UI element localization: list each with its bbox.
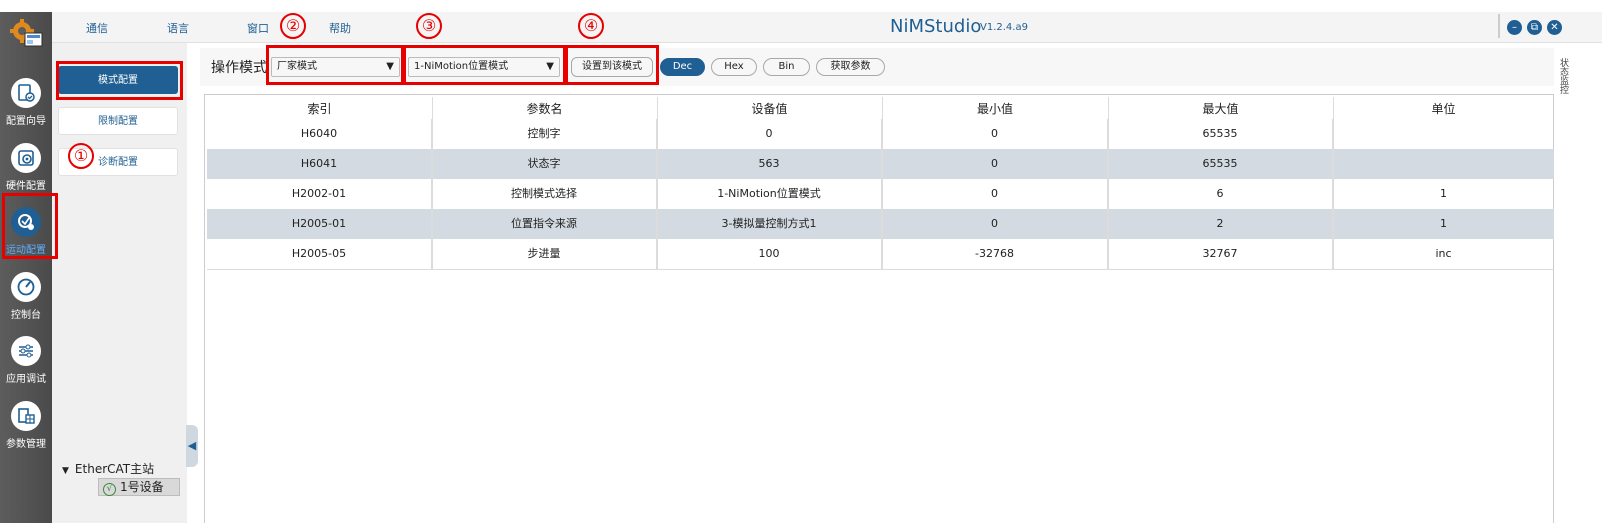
radix-dec-button[interactable]: Dec — [660, 58, 705, 76]
menu-language[interactable]: 语言 — [167, 20, 189, 36]
tree-root-label: EtherCAT主站 — [74, 462, 155, 476]
cell-min: 0 — [882, 149, 1108, 179]
table-bottom-line — [207, 269, 1554, 270]
param-manage-icon — [11, 401, 41, 431]
column-divider — [432, 97, 433, 270]
rail-item-label: 控制台 — [11, 310, 41, 321]
cell-device-value[interactable]: 1-NiMotion位置模式 — [657, 179, 882, 209]
titlebar-divider — [1498, 14, 1500, 38]
table-row[interactable]: H2005-05 步进量 100 -32768 32767 inc — [207, 239, 1554, 269]
annotation-box-3 — [403, 45, 566, 85]
table-row[interactable]: H2002-01 控制模式选择 1-NiMotion位置模式 0 6 1 — [207, 179, 1554, 209]
column-header-index[interactable]: 索引 — [207, 97, 432, 121]
annotation-box-1 — [56, 61, 183, 100]
check-ok-icon: √ — [103, 483, 116, 496]
tree-item-device-1[interactable]: √ 1号设备 — [98, 478, 180, 496]
cell-unit: 1 — [1440, 217, 1447, 230]
cell-param-name: 状态字 — [432, 149, 657, 179]
cell-unit: 1 — [1440, 187, 1447, 200]
restore-button[interactable]: ⧉ — [1527, 20, 1542, 35]
table-row[interactable]: H2005-01 位置指令来源 3-模拟量控制方式1 0 2 1 — [207, 209, 1554, 239]
cell-param-name: 控制模式选择 — [432, 179, 657, 209]
column-divider — [882, 97, 883, 270]
right-side-strip — [1554, 43, 1602, 523]
annotation-badge-1: ① — [68, 143, 94, 169]
operation-mode-label: 操作模式 — [211, 60, 267, 76]
cell-param-name: 控制字 — [432, 119, 657, 149]
gauge-icon — [11, 272, 41, 302]
subnav-limit-config[interactable]: 限制配置 — [58, 107, 178, 135]
cell-index: H2005-01 — [207, 209, 432, 239]
rail-item-param-manage[interactable]: 参数管理 — [0, 395, 52, 457]
annotation-box-4 — [565, 45, 659, 85]
wizard-icon — [11, 78, 41, 108]
annotation-badge-2: ② — [280, 13, 306, 39]
hardware-gear-icon — [11, 143, 41, 173]
cell-unit — [1333, 119, 1554, 149]
tree-expand-icon[interactable]: ▼ — [62, 466, 69, 476]
cell-max: 65535 — [1108, 149, 1333, 179]
cell-max: 6 — [1108, 179, 1333, 209]
column-header-param-name[interactable]: 参数名 — [432, 97, 657, 121]
radix-bin-button[interactable]: Bin — [763, 58, 810, 76]
cell-index: H2005-05 — [207, 239, 432, 269]
rail-item-config-wizard[interactable]: 配置向导 — [0, 72, 52, 134]
cell-min: -32768 — [882, 239, 1108, 269]
menu-help[interactable]: 帮助 — [329, 20, 351, 36]
cell-param-name: 位置指令来源 — [432, 209, 657, 239]
cell-device-value[interactable]: 563 — [657, 149, 882, 179]
menu-window[interactable]: 窗口 — [247, 20, 269, 36]
app-title: NiMStudio — [890, 16, 982, 37]
cell-unit — [1333, 149, 1554, 179]
annotation-box-2 — [266, 45, 404, 85]
fetch-params-button[interactable]: 获取参数 — [816, 58, 885, 76]
annotation-badge-4: ④ — [578, 13, 604, 39]
sliders-icon — [11, 336, 41, 366]
cell-index: H2002-01 — [207, 179, 432, 209]
column-divider — [1333, 97, 1334, 270]
rail-item-label: 应用调试 — [6, 374, 46, 385]
cell-index: H6041 — [207, 149, 432, 179]
table-header: 索引 参数名 设备值 最小值 最大值 单位 — [207, 97, 1554, 121]
rail-item-label: 参数管理 — [6, 439, 46, 450]
close-button[interactable]: ✕ — [1547, 20, 1562, 35]
cell-min: 0 — [882, 209, 1108, 239]
cell-max: 65535 — [1108, 119, 1333, 149]
cell-device-value[interactable]: 3-模拟量控制方式1 — [657, 209, 882, 239]
table-row[interactable]: H6040 控制字 0 0 65535 — [207, 119, 1554, 149]
status-monitor-tab[interactable]: 状态监控 — [1556, 58, 1568, 94]
rail-item-console[interactable]: 控制台 — [0, 266, 52, 328]
column-header-unit[interactable]: 单位 — [1333, 97, 1554, 121]
column-divider — [1108, 97, 1109, 270]
cell-device-value[interactable]: 100 — [657, 239, 882, 269]
column-divider — [657, 97, 658, 270]
cell-param-name: 步进量 — [432, 239, 657, 269]
annotation-badge-3: ③ — [416, 13, 442, 39]
rail-item-label: 配置向导 — [6, 116, 46, 127]
minimize-button[interactable]: – — [1507, 20, 1522, 35]
cell-unit: inc — [1435, 247, 1452, 260]
table-row[interactable]: H6041 状态字 563 0 65535 — [207, 149, 1554, 179]
column-header-device-value[interactable]: 设备值 — [657, 97, 882, 121]
cell-min: 0 — [882, 119, 1108, 149]
rail-item-label: 硬件配置 — [6, 181, 46, 192]
app-version: V1.2.4.a9 — [980, 22, 1028, 33]
radix-hex-button[interactable]: Hex — [711, 58, 757, 76]
rail-item-hardware-config[interactable]: 硬件配置 — [0, 137, 52, 199]
tree-root-ethercat-master[interactable]: ▼ EtherCAT主站 — [62, 460, 154, 477]
menu-communication[interactable]: 通信 — [86, 20, 108, 36]
cell-min: 0 — [882, 179, 1108, 209]
cell-index: H6040 — [207, 119, 432, 149]
collapse-panel-handle[interactable]: ◀ — [186, 425, 198, 467]
rail-item-app-debug[interactable]: 应用调试 — [0, 330, 52, 392]
cell-max: 32767 — [1108, 239, 1333, 269]
annotation-box-rail-motion — [2, 193, 58, 259]
column-header-min[interactable]: 最小值 — [882, 97, 1108, 121]
column-header-max[interactable]: 最大值 — [1108, 97, 1333, 121]
cell-device-value[interactable]: 0 — [657, 119, 882, 149]
tree-device-label: 1号设备 — [120, 480, 164, 494]
app-logo-icon — [8, 18, 44, 48]
cell-max: 2 — [1108, 209, 1333, 239]
